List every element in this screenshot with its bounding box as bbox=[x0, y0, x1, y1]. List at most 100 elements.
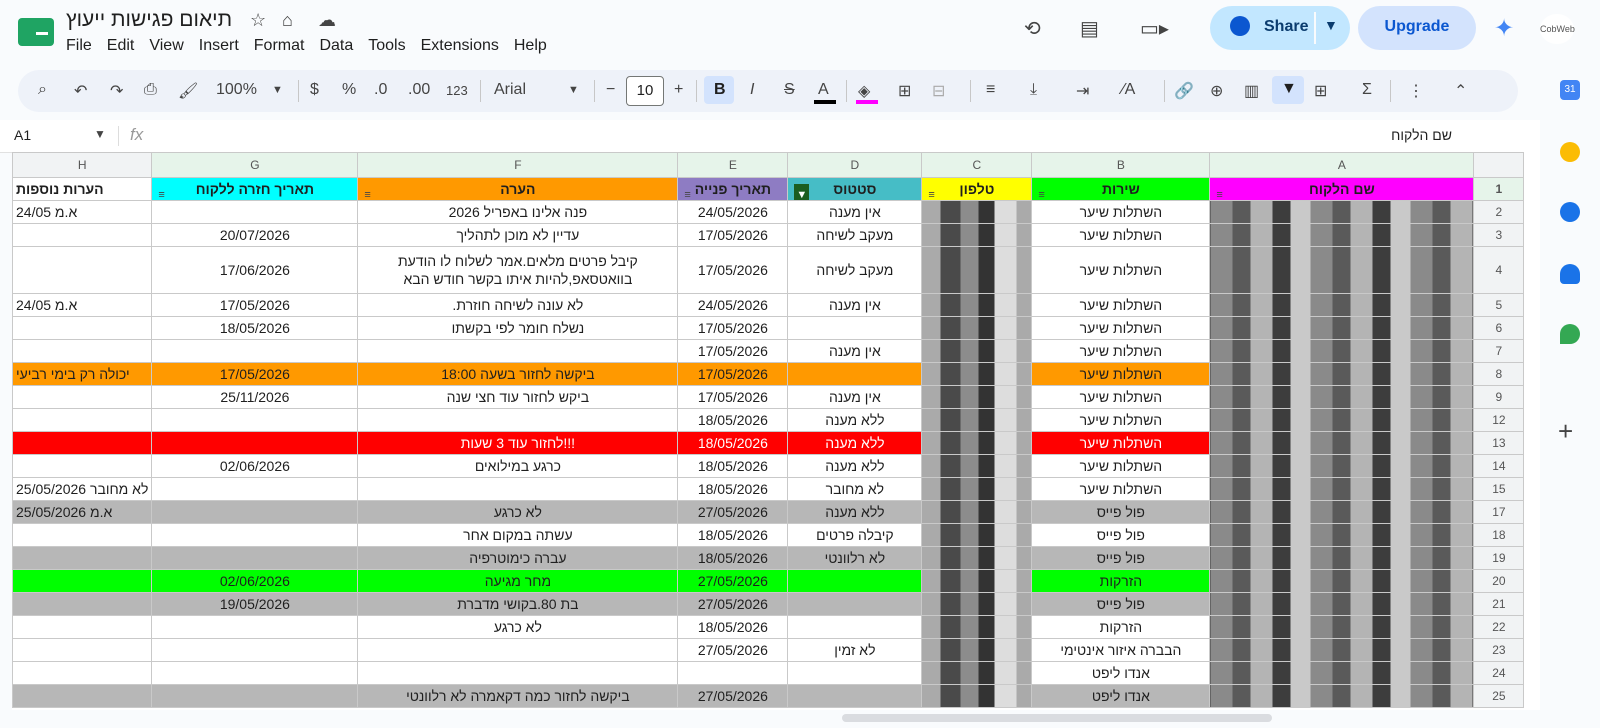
cell-h[interactable]: א.מ 24/05 bbox=[12, 293, 153, 317]
cell-f[interactable]: עדיין לא מוכן לתהליך bbox=[357, 223, 679, 247]
cell-b[interactable]: הבברה איזור אינטימי bbox=[1031, 638, 1211, 662]
client-name-cell-redacted[interactable] bbox=[1209, 523, 1475, 547]
cell-e[interactable]: 18/05/2026 bbox=[677, 408, 789, 432]
cell-b[interactable]: השתלות שיער bbox=[1031, 477, 1211, 501]
font-size-input[interactable]: 10 bbox=[626, 76, 664, 106]
comments-icon[interactable]: ▤ bbox=[1080, 16, 1099, 41]
cell-d[interactable]: לא זמין bbox=[787, 638, 923, 662]
cell-d[interactable] bbox=[787, 316, 923, 340]
font-select[interactable]: Arial bbox=[494, 81, 526, 99]
menu-extensions[interactable]: Extensions bbox=[421, 37, 499, 55]
cell-b[interactable]: אנדו ליפט bbox=[1031, 661, 1211, 685]
phone-cell-redacted[interactable] bbox=[921, 592, 1033, 616]
cell-g[interactable] bbox=[151, 200, 359, 224]
client-name-cell-redacted[interactable] bbox=[1209, 477, 1475, 501]
cell-g[interactable] bbox=[151, 684, 359, 708]
cloud-status-icon[interactable]: ☁ bbox=[318, 10, 336, 31]
cell-d[interactable] bbox=[787, 615, 923, 639]
name-box[interactable]: A1 bbox=[14, 127, 31, 143]
cell-f[interactable]: מחר מגיעה bbox=[357, 569, 679, 593]
client-name-cell-redacted[interactable] bbox=[1209, 454, 1475, 478]
row-number[interactable]: 14 bbox=[1473, 454, 1525, 478]
cell-d[interactable]: לא מחובר bbox=[787, 477, 923, 501]
cell-d[interactable] bbox=[787, 592, 923, 616]
cell-h[interactable] bbox=[12, 661, 153, 685]
cell-b[interactable]: השתלות שיער bbox=[1031, 408, 1211, 432]
cell-e[interactable]: 27/05/2026 bbox=[677, 684, 789, 708]
scrollbar-thumb[interactable] bbox=[842, 714, 1272, 722]
menu-tools[interactable]: Tools bbox=[368, 37, 405, 55]
phone-cell-redacted[interactable] bbox=[921, 362, 1033, 386]
phone-cell-redacted[interactable] bbox=[921, 385, 1033, 409]
cell-f[interactable]: ביקש לחזור עוד חצי שנה bbox=[357, 385, 679, 409]
cell-g[interactable] bbox=[151, 523, 359, 547]
cell-h[interactable] bbox=[12, 592, 153, 616]
phone-cell-redacted[interactable] bbox=[921, 454, 1033, 478]
cell-b[interactable]: השתלות שיער bbox=[1031, 223, 1211, 247]
cell-d[interactable]: אין מענה bbox=[787, 200, 923, 224]
cell-d[interactable] bbox=[787, 569, 923, 593]
maps-icon[interactable] bbox=[1560, 324, 1580, 344]
functions-icon[interactable]: Σ bbox=[1362, 81, 1372, 99]
cell-d[interactable]: ללא מענה bbox=[787, 431, 923, 455]
cell-f[interactable]: ביקשה לחזור בשעה 18:00 bbox=[357, 362, 679, 386]
row-number[interactable]: 2 bbox=[1473, 200, 1525, 224]
column-header[interactable]: C bbox=[921, 152, 1033, 178]
cell-b[interactable]: השתלות שיער bbox=[1031, 431, 1211, 455]
cell-d[interactable]: ללא מענה bbox=[787, 500, 923, 524]
add-addon-icon[interactable]: + bbox=[1558, 416, 1573, 447]
font-size-decrease-button[interactable]: − bbox=[606, 81, 615, 99]
cell-h[interactable] bbox=[12, 408, 153, 432]
client-name-cell-redacted[interactable] bbox=[1209, 661, 1475, 685]
cell-d[interactable]: אין מענה bbox=[787, 293, 923, 317]
merge-cells-icon[interactable]: ⊟ bbox=[932, 81, 945, 101]
cell-g[interactable]: 18/05/2026 bbox=[151, 316, 359, 340]
format-currency-button[interactable]: $ bbox=[310, 81, 319, 99]
cell-b[interactable]: פול פייס bbox=[1031, 523, 1211, 547]
client-name-cell-redacted[interactable] bbox=[1209, 408, 1475, 432]
phone-cell-redacted[interactable] bbox=[921, 223, 1033, 247]
cell-b[interactable]: השתלות שיער bbox=[1031, 385, 1211, 409]
search-menus-icon[interactable]: ⌕ bbox=[38, 81, 47, 99]
cell-h[interactable] bbox=[12, 569, 153, 593]
keep-icon[interactable] bbox=[1560, 142, 1580, 162]
sheets-logo-icon[interactable] bbox=[18, 18, 54, 46]
zoom-select[interactable]: 100% bbox=[216, 81, 257, 99]
cell-f[interactable]: ביקשה לחזור כמה דקאמרה לא רלוונטי bbox=[357, 684, 679, 708]
cell-e[interactable]: 17/05/2026 bbox=[677, 223, 789, 247]
undo-icon[interactable]: ↶ bbox=[74, 81, 87, 101]
cell-d[interactable]: לא רלוונטי bbox=[787, 546, 923, 570]
cell-f[interactable]: קיבל פרטים מלאים.אמר לשלוח לו הודעת בווא… bbox=[357, 246, 679, 294]
cell-g[interactable] bbox=[151, 615, 359, 639]
phone-cell-redacted[interactable] bbox=[921, 615, 1033, 639]
header-cell[interactable]: תאריך חזרה ללקוח ≡ bbox=[151, 177, 359, 201]
document-title[interactable]: תיאום פגישות ייעוץ bbox=[66, 8, 232, 32]
row-number[interactable]: 19 bbox=[1473, 546, 1525, 570]
cell-e[interactable]: 17/05/2026 bbox=[677, 246, 789, 294]
header-cell[interactable]: הערה ≡ bbox=[357, 177, 679, 201]
phone-cell-redacted[interactable] bbox=[921, 500, 1033, 524]
cell-e[interactable]: 18/05/2026 bbox=[677, 431, 789, 455]
cell-f[interactable]: עברה כימוטרפיה bbox=[357, 546, 679, 570]
contacts-icon[interactable] bbox=[1560, 264, 1580, 284]
client-name-cell-redacted[interactable] bbox=[1209, 246, 1475, 294]
header-cell[interactable]: סטטוס ▼ bbox=[787, 177, 923, 201]
row-number[interactable]: 5 bbox=[1473, 293, 1525, 317]
cell-f[interactable]: לא כרגע bbox=[357, 500, 679, 524]
cell-g[interactable]: 19/05/2026 bbox=[151, 592, 359, 616]
cell-h[interactable] bbox=[12, 316, 153, 340]
gemini-sparkle-icon[interactable]: ✦ bbox=[1494, 14, 1514, 43]
font-size-increase-button[interactable]: + bbox=[674, 81, 683, 99]
chevron-down-icon[interactable]: ▼ bbox=[568, 84, 579, 96]
bold-button[interactable]: B bbox=[704, 76, 734, 104]
filter-icon[interactable]: ≡ bbox=[158, 184, 164, 200]
horizontal-scrollbar[interactable] bbox=[12, 710, 1540, 728]
cell-b[interactable]: השתלות שיער bbox=[1031, 316, 1211, 340]
cell-f[interactable] bbox=[357, 339, 679, 363]
header-cell[interactable]: שם הלקוח ≡ bbox=[1209, 177, 1475, 201]
upgrade-button[interactable]: Upgrade bbox=[1358, 6, 1476, 50]
row-number[interactable]: 22 bbox=[1473, 615, 1525, 639]
cell-g[interactable]: 20/07/2026 bbox=[151, 223, 359, 247]
cell-h[interactable]: יכולה רק בימי רביעי bbox=[12, 362, 153, 386]
cell-b[interactable]: השתלות שיער bbox=[1031, 454, 1211, 478]
